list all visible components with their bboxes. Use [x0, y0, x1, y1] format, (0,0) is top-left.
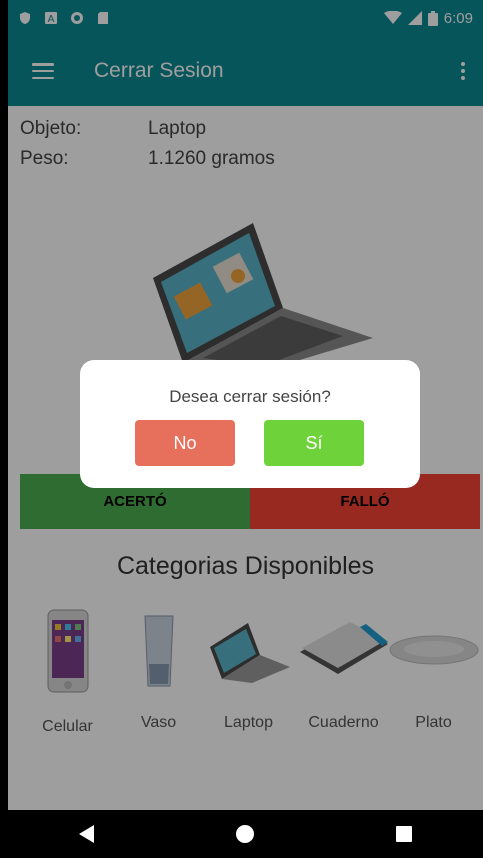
back-icon[interactable]	[79, 825, 94, 843]
navigation-bar	[8, 810, 483, 858]
logout-dialog: Desea cerrar sesión? No Sí	[80, 360, 420, 488]
dialog-message: Desea cerrar sesión?	[169, 387, 331, 406]
app-screen: A 6:09 Cerrar Sesion Objeto: Laptop Peso…	[8, 0, 483, 858]
recents-icon[interactable]	[396, 826, 412, 842]
no-button[interactable]: No	[135, 420, 235, 466]
yes-button[interactable]: Sí	[264, 420, 364, 466]
home-icon[interactable]	[236, 825, 254, 843]
